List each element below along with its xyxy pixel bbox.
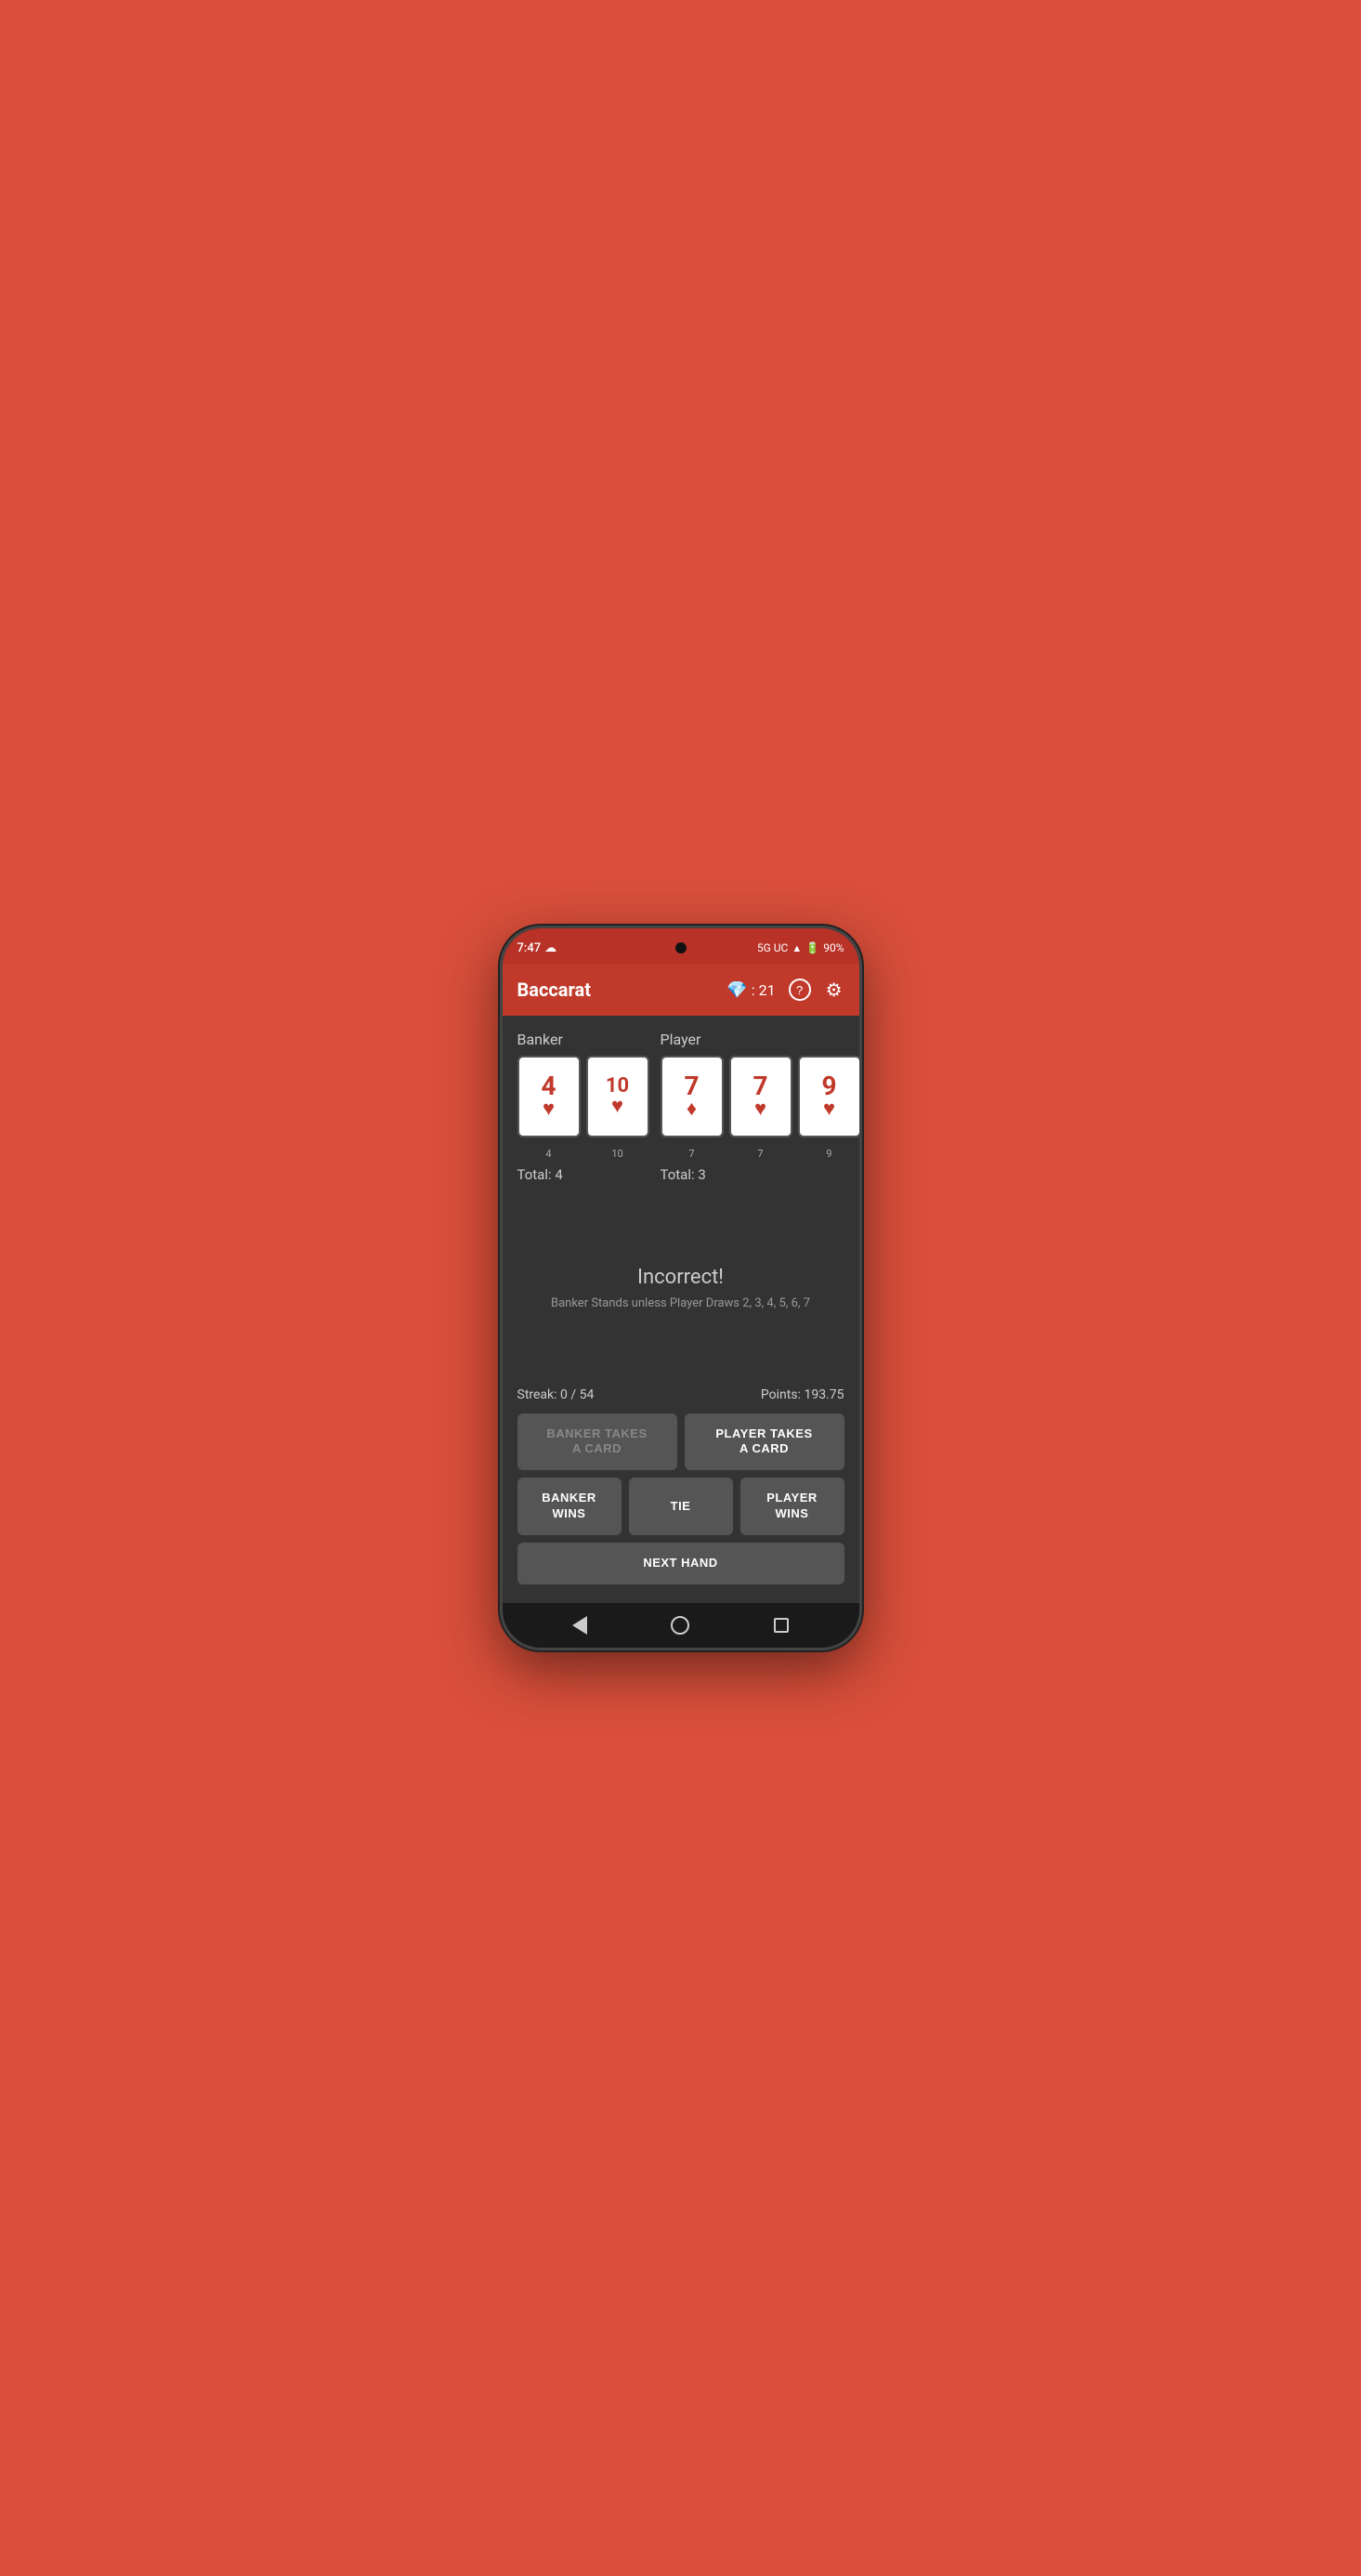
stats-row: Streak: 0 / 54 Points: 193.75: [517, 1378, 844, 1413]
streak-stat: Streak: 0 / 54: [517, 1387, 595, 1402]
player-card-3-label: 9: [826, 1148, 831, 1160]
banker-card-1-suit: ♥: [543, 1099, 555, 1120]
app-bar: Baccarat 💎 : 21 ? ⚙: [503, 964, 859, 1016]
next-hand-row: NEXT HAND: [517, 1543, 844, 1584]
winner-row: BANKERWINS TIE PLAYERWINS: [517, 1478, 844, 1535]
player-card-1-value: 7: [684, 1073, 699, 1099]
banker-hand: Banker 4 ♥ 10 ♥ 4 10: [517, 1031, 649, 1183]
gem-score-label: :: [752, 981, 755, 999]
player-total: Total: 3: [661, 1166, 859, 1183]
banker-card-2-label: 10: [611, 1148, 622, 1160]
player-card-3: 9 ♥: [798, 1056, 859, 1137]
player-card-2-label: 7: [757, 1148, 763, 1160]
camera-notch: [675, 942, 687, 953]
recents-icon: [774, 1618, 789, 1633]
next-hand-button[interactable]: NEXT HAND: [517, 1543, 844, 1584]
app-title: Baccarat: [517, 979, 727, 1001]
player-card-3-suit: ♥: [823, 1099, 835, 1120]
player-card-1-label: 7: [688, 1148, 694, 1160]
takes-card-row: BANKER TAKESA CARD PLAYER TAKESA CARD: [517, 1413, 844, 1471]
player-card-1: 7 ♦: [661, 1056, 724, 1137]
gem-score-display: 💎 : 21: [726, 980, 775, 1000]
feedback-detail: Banker Stands unless Player Draws 2, 3, …: [551, 1296, 810, 1310]
banker-card-2-value: 10: [606, 1076, 629, 1097]
action-buttons: BANKER TAKESA CARD PLAYER TAKESA CARD BA…: [517, 1413, 844, 1584]
battery-icon: 🔋: [805, 941, 819, 954]
status-bar: 7:47 5G UC ▲ 🔋 90%: [503, 928, 859, 964]
player-takes-card-button[interactable]: PLAYER TAKESA CARD: [685, 1413, 844, 1471]
banker-total: Total: 4: [517, 1166, 649, 1183]
status-time-area: 7:47: [517, 941, 557, 955]
phone-device: 7:47 5G UC ▲ 🔋 90% Baccarat 💎 : 21 ? ⚙: [500, 926, 862, 1650]
player-hand: Player 7 ♦ 7 ♥ 9 ♥: [661, 1031, 859, 1183]
player-card-3-value: 9: [821, 1073, 836, 1099]
app-bar-actions: 💎 : 21 ? ⚙: [726, 977, 844, 1004]
signal-icon: ▲: [792, 942, 802, 954]
points-stat: Points: 193.75: [761, 1387, 844, 1402]
recents-nav-button[interactable]: [774, 1618, 789, 1633]
network-label: 5G UC: [757, 941, 789, 954]
home-icon: [671, 1616, 689, 1635]
tie-button[interactable]: TIE: [629, 1478, 733, 1535]
back-nav-button[interactable]: [572, 1616, 587, 1635]
nav-bar: [503, 1603, 859, 1648]
player-card-labels: 7 7 9: [661, 1143, 859, 1161]
player-wins-button[interactable]: PLAYERWINS: [740, 1478, 844, 1535]
home-nav-button[interactable]: [671, 1616, 689, 1635]
main-content: Banker 4 ♥ 10 ♥ 4 10: [503, 1016, 859, 1603]
player-card-1-suit: ♦: [687, 1099, 697, 1120]
banker-card-labels: 4 10: [517, 1143, 649, 1161]
camera-notch-area: [675, 942, 687, 953]
status-right-area: 5G UC ▲ 🔋 90%: [757, 941, 844, 954]
banker-takes-card-button[interactable]: BANKER TAKESA CARD: [517, 1413, 677, 1471]
gem-icon: 💎: [726, 980, 747, 1000]
time-display: 7:47: [517, 941, 542, 955]
player-label: Player: [661, 1031, 859, 1048]
player-card-2: 7 ♥: [729, 1056, 792, 1137]
banker-card-2-suit: ♥: [611, 1097, 623, 1117]
battery-percent: 90%: [823, 941, 844, 954]
banker-wins-button[interactable]: BANKERWINS: [517, 1478, 622, 1535]
settings-button[interactable]: ⚙: [824, 977, 844, 1004]
banker-card-2: 10 ♥: [586, 1056, 649, 1137]
banker-cards-row: 4 ♥ 10 ♥: [517, 1056, 649, 1137]
gem-score-value: 21: [759, 981, 776, 999]
cloud-icon: [544, 941, 556, 955]
gear-icon: ⚙: [826, 980, 843, 1001]
player-card-2-value: 7: [752, 1073, 767, 1099]
feedback-area: Incorrect! Banker Stands unless Player D…: [517, 1198, 844, 1378]
back-icon: [572, 1616, 587, 1635]
feedback-title: Incorrect!: [637, 1266, 724, 1289]
help-icon: ?: [789, 979, 811, 1001]
player-cards-row: 7 ♦ 7 ♥ 9 ♥: [661, 1056, 859, 1137]
banker-card-1-label: 4: [545, 1148, 551, 1160]
banker-label: Banker: [517, 1031, 649, 1048]
banker-card-1: 4 ♥: [517, 1056, 581, 1137]
help-button[interactable]: ?: [787, 977, 813, 1003]
player-card-2-suit: ♥: [754, 1099, 766, 1120]
cards-area: Banker 4 ♥ 10 ♥ 4 10: [517, 1031, 844, 1183]
banker-card-1-value: 4: [541, 1073, 556, 1099]
